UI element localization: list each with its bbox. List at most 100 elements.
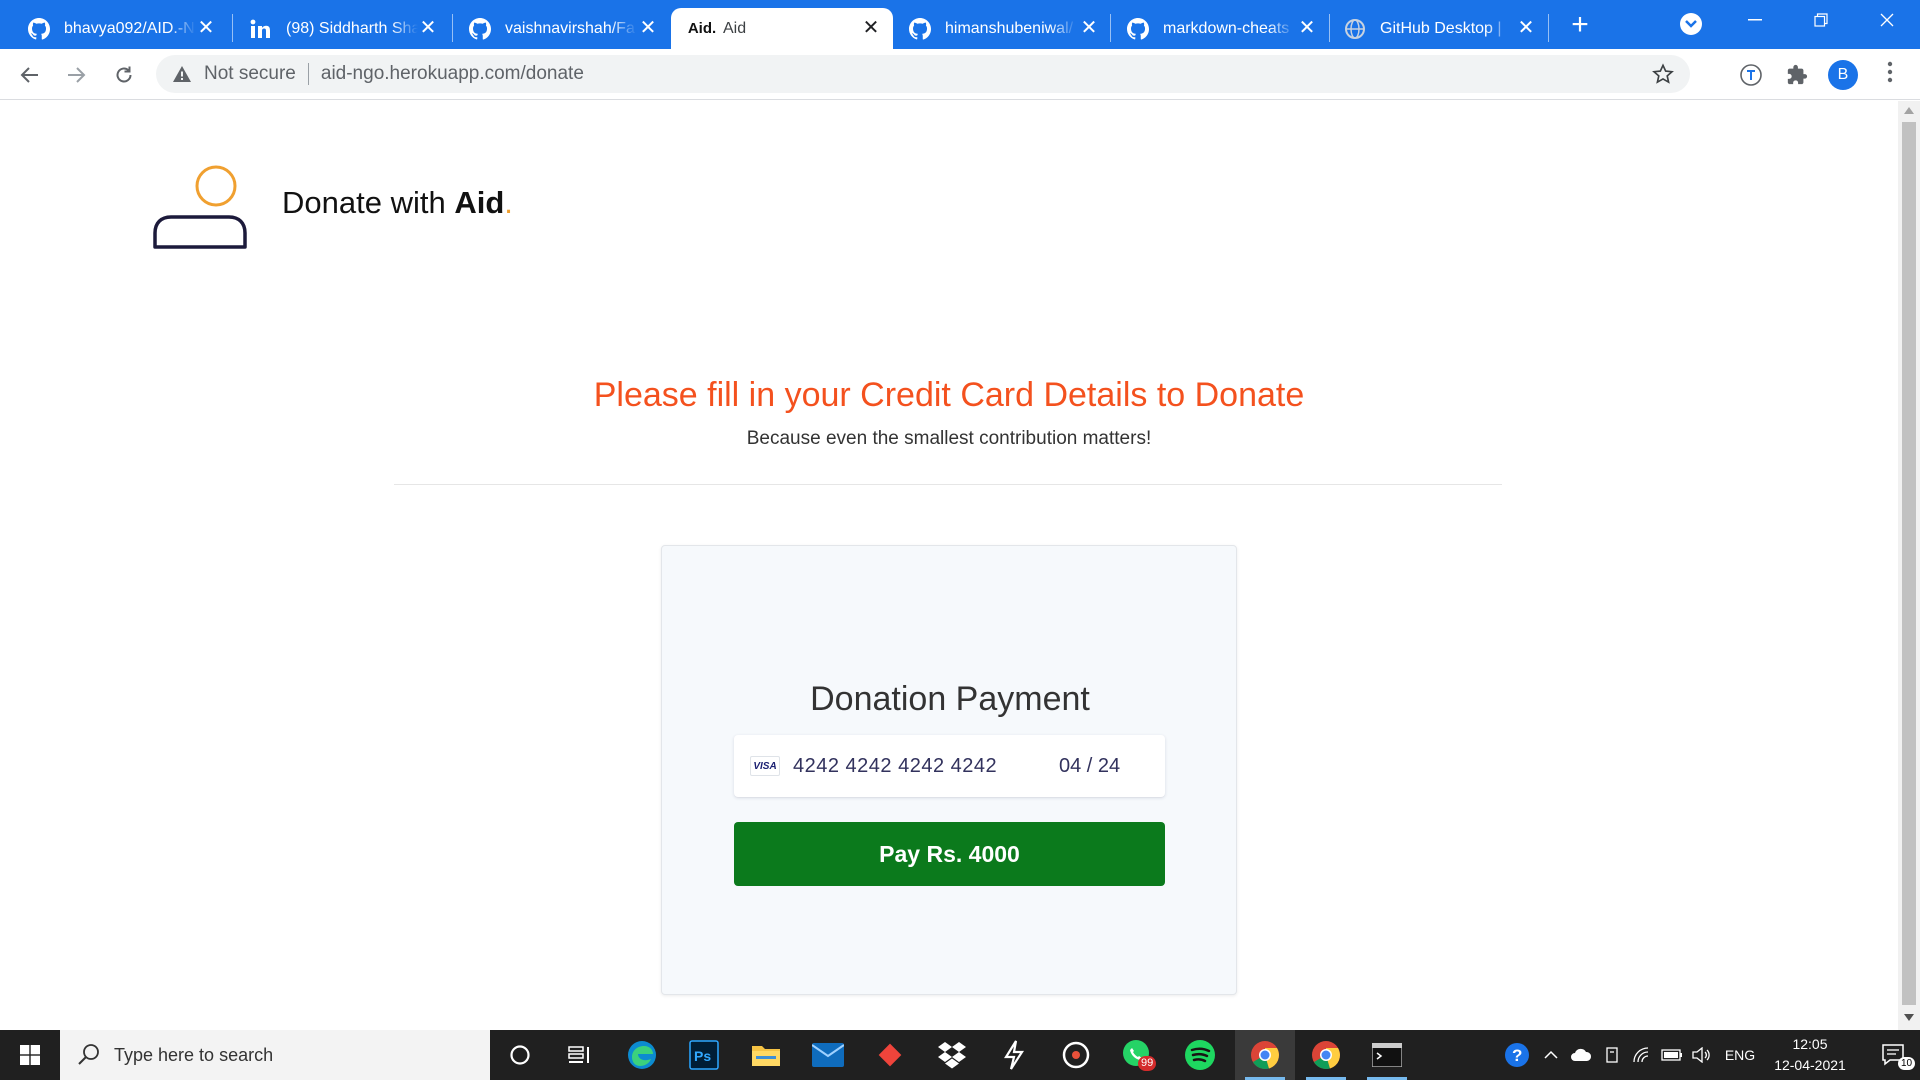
brand-dot: . xyxy=(504,185,513,220)
device-tray-button[interactable] xyxy=(1598,1030,1626,1080)
terminal-app[interactable] xyxy=(1357,1030,1417,1080)
file-explorer-app[interactable] xyxy=(736,1030,796,1080)
close-icon[interactable]: ✕ xyxy=(418,18,438,38)
wifi-tray-button[interactable] xyxy=(1628,1030,1656,1080)
tab-title: (98) Siddharth Shah xyxy=(286,19,418,37)
forward-button[interactable] xyxy=(62,61,90,89)
photoshop-icon: Ps xyxy=(689,1040,719,1070)
bookmark-star-icon[interactable] xyxy=(1652,63,1674,85)
extensions-button[interactable] xyxy=(1783,61,1811,89)
pay-button[interactable]: Pay Rs. 4000 xyxy=(734,822,1165,886)
battery-tray-button[interactable] xyxy=(1658,1030,1686,1080)
music-app[interactable] xyxy=(1046,1030,1106,1080)
back-button[interactable] xyxy=(16,61,44,89)
chrome-app-profile[interactable] xyxy=(1296,1030,1356,1080)
tab-github-aid-ngo[interactable]: bhavya092/AID.-NGO ✕ xyxy=(0,8,228,49)
minimize-button[interactable] xyxy=(1722,0,1788,40)
wifi-icon xyxy=(1633,1047,1649,1063)
battery-icon xyxy=(1661,1049,1682,1061)
card-expiry-field[interactable]: 04 / 24 xyxy=(1059,755,1120,778)
tab-aid-active[interactable]: Aid. Aid ✕ xyxy=(671,8,893,49)
taskbar-search-input[interactable]: Type here to search xyxy=(60,1030,490,1080)
arrow-right-icon xyxy=(68,67,86,83)
tab-title: bhavya092/AID.-NGO xyxy=(64,19,196,37)
close-icon[interactable]: ✕ xyxy=(1079,18,1099,38)
browser-menu-button[interactable] xyxy=(1878,61,1902,89)
cortana-circle-icon xyxy=(510,1045,530,1065)
github-icon xyxy=(1127,17,1149,40)
volume-tray-button[interactable] xyxy=(1688,1030,1716,1080)
chrome-icon xyxy=(1312,1041,1340,1070)
browser-toolbar: Not secure aid-ngo.herokuapp.com/donate … xyxy=(0,49,1920,100)
address-bar[interactable]: Not secure aid-ngo.herokuapp.com/donate xyxy=(156,55,1690,93)
help-tray-button[interactable]: ? xyxy=(1500,1030,1534,1080)
start-button[interactable] xyxy=(0,1030,60,1080)
donation-card: Donation Payment VISA 4242 4242 4242 424… xyxy=(661,545,1237,995)
photoshop-app[interactable]: Ps xyxy=(674,1030,734,1080)
language-indicator[interactable]: ENG xyxy=(1720,1030,1760,1080)
tab-github-vaishnavirshah[interactable]: vaishnavirshah/Fa ✕ xyxy=(451,8,670,49)
brand-title[interactable]: Donate with Aid. xyxy=(282,185,513,221)
minimize-icon xyxy=(1748,19,1762,21)
taskbar-clock[interactable]: 12:05 12-04-2021 xyxy=(1760,1034,1860,1076)
app-lightning[interactable] xyxy=(984,1030,1044,1080)
browser-tab-strip: bhavya092/AID.-NGO ✕ (98) Siddharth Shah… xyxy=(0,0,1920,49)
clock-time: 12:05 xyxy=(1792,1036,1828,1052)
scrollbar-thumb[interactable] xyxy=(1902,122,1916,1005)
close-icon[interactable]: ✕ xyxy=(1297,18,1317,38)
task-view-button[interactable] xyxy=(550,1030,610,1080)
user-logo-icon xyxy=(153,165,247,249)
brand-prefix: Donate with xyxy=(282,185,455,220)
translate-icon xyxy=(1740,64,1762,86)
tab-search-button[interactable] xyxy=(1680,13,1702,35)
close-window-button[interactable] xyxy=(1854,0,1920,40)
scroll-up-icon[interactable] xyxy=(1904,107,1914,114)
profile-avatar-button[interactable]: B xyxy=(1828,60,1858,90)
show-hidden-icons-button[interactable] xyxy=(1537,1030,1565,1080)
whatsapp-app[interactable]: 99 xyxy=(1108,1030,1168,1080)
tab-github-markdown[interactable]: markdown-cheats ✕ xyxy=(1111,8,1329,49)
chrome-app-active[interactable] xyxy=(1235,1030,1295,1080)
lightning-icon xyxy=(1004,1040,1025,1070)
url-text[interactable]: aid-ngo.herokuapp.com/donate xyxy=(321,63,584,85)
speaker-icon xyxy=(1692,1047,1710,1063)
visa-icon: VISA xyxy=(750,756,780,776)
warning-icon xyxy=(173,66,191,82)
tab-linkedin[interactable]: (98) Siddharth Shah ✕ xyxy=(230,8,450,49)
card-title: Donation Payment xyxy=(810,680,1090,718)
tab-github-desktop[interactable]: GitHub Desktop | ✕ xyxy=(1330,8,1548,49)
groove-music-icon xyxy=(1062,1041,1090,1069)
edge-app[interactable] xyxy=(612,1030,672,1080)
page-scrollbar[interactable] xyxy=(1898,101,1920,1030)
aid-logo-icon: Aid. xyxy=(687,20,717,37)
cortana-button[interactable] xyxy=(490,1030,550,1080)
dropbox-icon xyxy=(938,1042,966,1069)
credit-card-input[interactable]: VISA 4242 4242 4242 4242 04 / 24 xyxy=(734,735,1165,797)
anydesk-app[interactable] xyxy=(860,1030,920,1080)
tab-github-himanshubeniwal[interactable]: himanshubeniwal/ ✕ xyxy=(893,8,1111,49)
spotify-app[interactable] xyxy=(1170,1030,1230,1080)
onedrive-tray-button[interactable] xyxy=(1566,1030,1596,1080)
reload-button[interactable] xyxy=(110,61,138,89)
tab-title: GitHub Desktop | xyxy=(1380,19,1502,37)
page-subheading: Because even the smallest contribution m… xyxy=(746,428,1152,449)
close-icon[interactable]: ✕ xyxy=(1516,18,1536,38)
new-tab-button[interactable]: + xyxy=(1565,10,1595,42)
security-label[interactable]: Not secure xyxy=(204,63,296,85)
close-icon[interactable]: ✕ xyxy=(638,18,658,38)
restore-button[interactable] xyxy=(1788,0,1854,40)
card-number-field[interactable]: 4242 4242 4242 4242 xyxy=(793,755,997,778)
whatsapp-badge: 99 xyxy=(1138,1056,1157,1071)
tab-title: vaishnavirshah/Fa xyxy=(505,19,635,37)
anydesk-icon xyxy=(878,1043,902,1067)
scroll-down-icon[interactable] xyxy=(1904,1014,1914,1021)
mail-app[interactable] xyxy=(798,1030,858,1080)
dropbox-app[interactable] xyxy=(922,1030,982,1080)
folder-icon xyxy=(752,1046,780,1066)
action-center-button[interactable]: 10 xyxy=(1868,1030,1920,1080)
close-icon[interactable]: ✕ xyxy=(861,18,881,38)
translate-extension-button[interactable] xyxy=(1737,61,1765,89)
close-icon[interactable]: ✕ xyxy=(196,18,216,38)
windows-taskbar: Type here to search Ps 99 ? ENG 12:05 12… xyxy=(0,1030,1920,1080)
close-icon xyxy=(1880,13,1894,27)
